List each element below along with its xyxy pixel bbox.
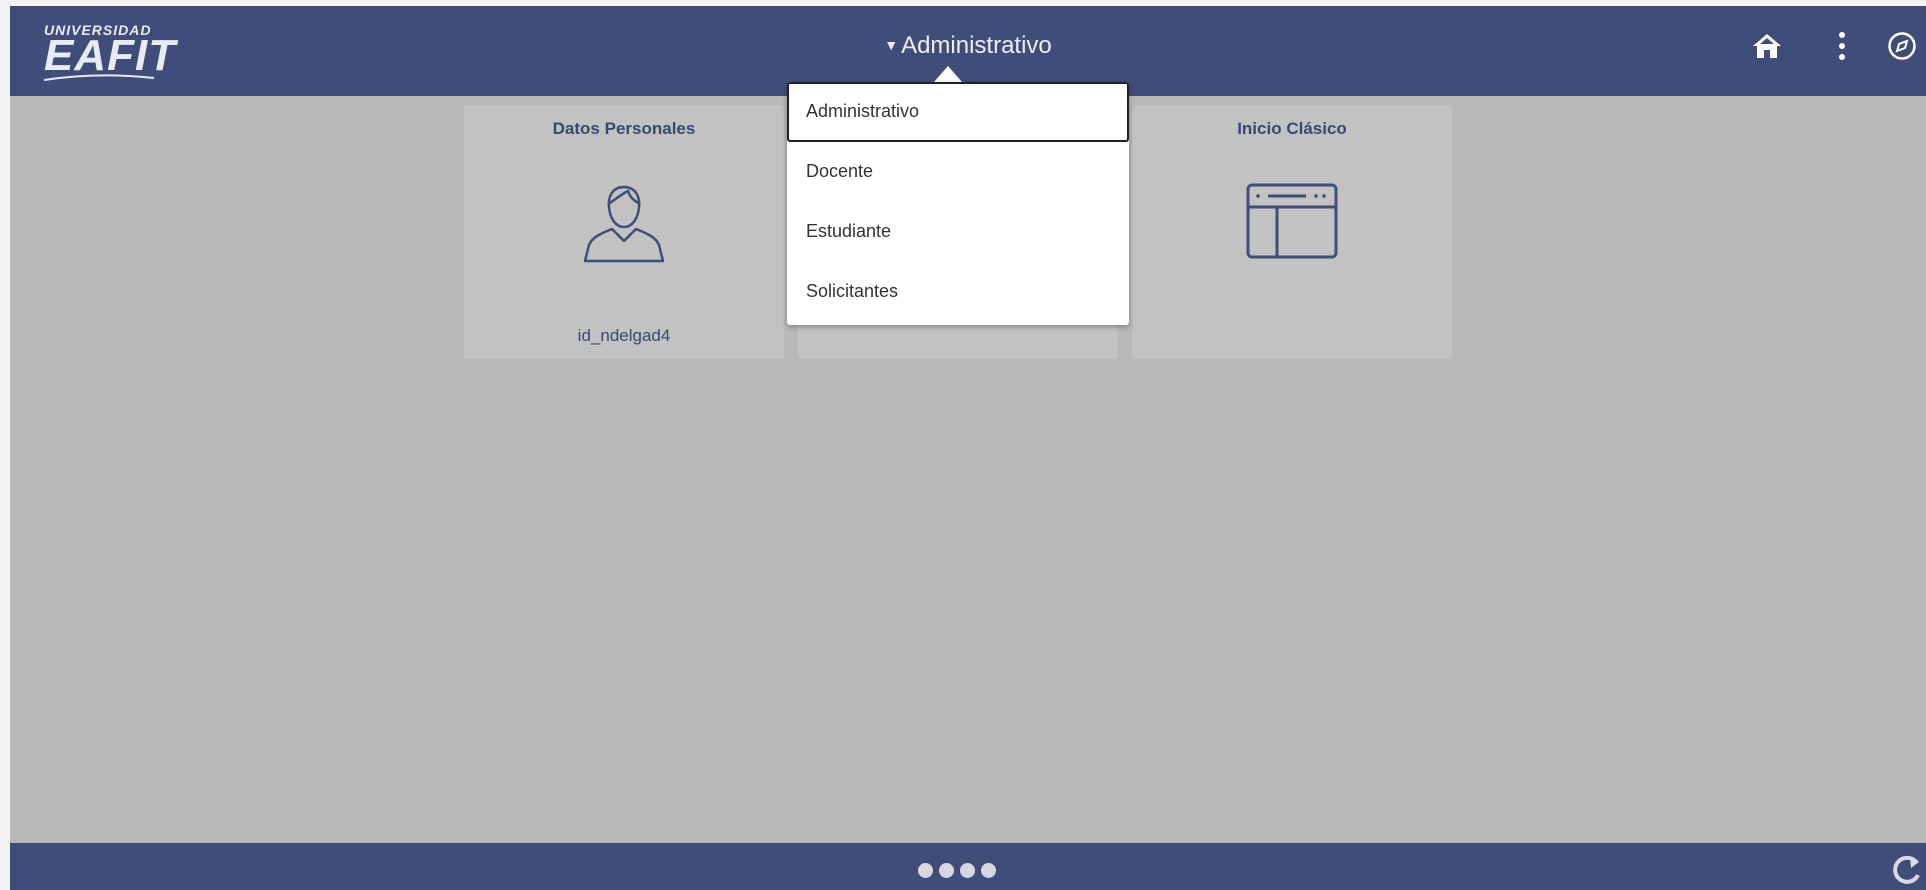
caret-down-icon: ▼ — [884, 37, 899, 53]
menu-item-estudiante[interactable]: Estudiante — [787, 202, 1129, 262]
menu-item-administrativo[interactable]: Administrativo — [787, 82, 1129, 142]
app-window: UNIVERSIDAD EAFIT ▼ Administrativo Datos… — [10, 6, 1926, 890]
page-dot-1[interactable] — [918, 863, 933, 878]
tile-icon-wrap — [464, 183, 784, 263]
tile-title: Datos Personales — [552, 119, 696, 138]
context-dropdown: Administrativo Docente Estudiante Solici… — [787, 82, 1129, 325]
home-button[interactable] — [1747, 26, 1787, 66]
context-switcher[interactable]: ▼ Administrativo — [10, 32, 1926, 60]
classic-page-icon — [1246, 183, 1338, 259]
dropdown-pointer — [934, 66, 962, 82]
refresh-icon — [1893, 855, 1920, 884]
person-icon — [583, 185, 665, 263]
compass-icon — [1888, 32, 1916, 60]
actions-menu-button[interactable] — [1822, 26, 1862, 66]
navbar-button[interactable] — [1882, 26, 1922, 66]
page-dot-3[interactable] — [960, 863, 975, 878]
menu-item-solicitantes[interactable]: Solicitantes — [787, 262, 1129, 322]
page-dot-4[interactable] — [981, 863, 996, 878]
home-icon — [1753, 34, 1781, 58]
page-dot-2[interactable] — [939, 863, 954, 878]
refresh-button[interactable] — [1890, 853, 1926, 887]
tile-inicio-clasico[interactable]: Inicio Clásico — [1132, 105, 1452, 359]
tile-subtitle: id_ndelgad4 — [577, 326, 671, 345]
tile-datos-personales[interactable]: Datos Personales id_ndelgad4 — [464, 105, 784, 359]
tile-title: Inicio Clásico — [1237, 119, 1347, 138]
context-label: Administrativo — [901, 32, 1052, 59]
page-indicator — [918, 863, 996, 878]
more-vertical-icon — [1839, 32, 1845, 60]
logo-swoosh — [44, 74, 154, 81]
tile-icon-wrap — [1132, 183, 1452, 259]
footer-bar — [10, 843, 1926, 890]
menu-item-docente[interactable]: Docente — [787, 142, 1129, 202]
